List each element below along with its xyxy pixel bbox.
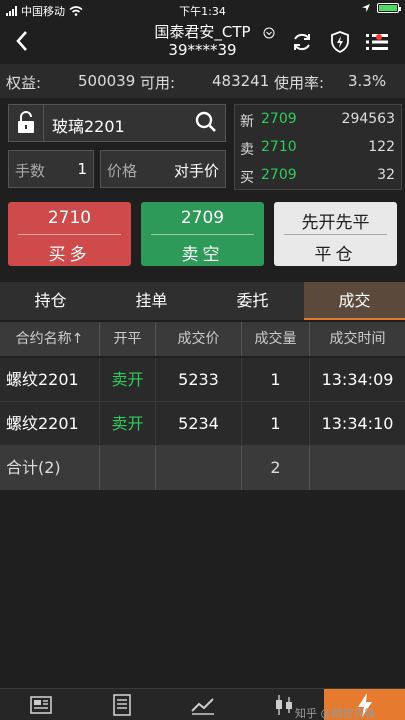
quote-label: 新 [240, 114, 254, 130]
column-header-contract[interactable]: 合约名称↑ [0, 322, 100, 356]
cell-volume: 1 [242, 358, 310, 402]
account-selector[interactable]: 国泰君安_CTP 39****39 [110, 23, 295, 59]
instrument-name: 玻璃2201 [52, 117, 125, 136]
status-bar: 中国移动 下午1:34 [0, 0, 405, 20]
quote-ask[interactable]: 卖 2710 122 [235, 135, 401, 161]
cell-contract: 螺纹2201 [0, 358, 100, 402]
column-header-price: 成交价 [156, 322, 242, 356]
cell-time: 13:34:10 [321, 414, 394, 433]
cell-open-close: 卖开 [100, 402, 156, 446]
usage-label: 使用率: [274, 74, 325, 92]
quote-bid[interactable]: 买 2709 32 [235, 163, 401, 189]
quote-label: 卖 [240, 142, 254, 158]
cell-price: 5233 [156, 358, 242, 402]
quote-price: 2709 [261, 167, 297, 183]
watermark: 知乎 @期货先锋 [295, 707, 376, 720]
table-row[interactable]: 螺纹2201 卖开 5233 1 13:34:09 [0, 358, 405, 402]
quote-volume: 294563 [341, 111, 395, 127]
location-icon [362, 4, 370, 12]
available-label: 可用: [140, 74, 176, 92]
tab-positions[interactable]: 持仓 [0, 282, 101, 320]
equity-value: 500039 [78, 72, 136, 90]
table-total-row: 合计(2) 2 [0, 446, 405, 490]
status-time: 下午1:34 [179, 5, 226, 18]
tab-bar-list[interactable] [81, 689, 162, 720]
available-value: 483241 [212, 72, 270, 90]
sell-short-button[interactable]: 2709 卖空 [141, 202, 264, 266]
cell-empty [156, 446, 242, 490]
cell-time: 13:34:09 [321, 370, 394, 389]
price-label: 价格 [107, 162, 138, 180]
price-field[interactable]: 价格 对手价 [100, 150, 226, 188]
cell-contract: 螺纹2201 [0, 402, 100, 446]
divider [151, 234, 254, 235]
tab-orders[interactable]: 委托 [202, 282, 303, 320]
notification-dot [376, 34, 382, 40]
lock-button[interactable] [8, 104, 44, 142]
newspaper-icon [29, 696, 52, 714]
cell-total-label: 合计(2) [0, 446, 100, 490]
trend-chart-icon [190, 698, 214, 715]
divider [18, 234, 121, 235]
refresh-button[interactable] [288, 28, 316, 56]
unlock-icon [18, 111, 34, 133]
flash-order-button[interactable] [326, 28, 354, 56]
cell-empty [100, 446, 156, 490]
column-header-time: 成交时间 [329, 331, 386, 347]
tab-bar-chart[interactable] [162, 689, 243, 720]
divider [284, 234, 387, 235]
tab-bar-news[interactable] [0, 689, 81, 720]
quantity-field[interactable]: 手数 1 [8, 150, 94, 188]
quantity-label: 手数 [15, 162, 46, 180]
shield-lightning-icon [331, 31, 349, 54]
account-id: 39****39 [168, 41, 237, 59]
refresh-icon [294, 33, 310, 51]
cell-open-close: 卖开 [100, 358, 156, 402]
buy-price: 2710 [47, 208, 92, 228]
quote-price: 2709 [261, 111, 297, 127]
price-value: 对手价 [173, 162, 219, 180]
buy-long-button[interactable]: 2710 买多 [8, 202, 131, 266]
tab-pending[interactable]: 挂单 [101, 282, 202, 320]
chevron-left-icon [16, 31, 27, 51]
cell-empty [310, 446, 405, 490]
search-icon[interactable] [195, 111, 217, 133]
quote-panel: 新 2709 294563 卖 2710 122 买 2709 32 [234, 104, 402, 190]
battery-icon [377, 3, 401, 13]
table-row[interactable]: 螺纹2201 卖开 5234 1 13:34:10 [0, 402, 405, 446]
close-position-button[interactable]: 先开先平 平仓 [274, 202, 397, 266]
account-summary: 权益: 500039 可用: 483241 使用率: 3.3% [0, 64, 405, 98]
back-button[interactable] [8, 26, 36, 56]
table-header: 合约名称↑ 开平 成交价 成交量 成交时间 [0, 322, 405, 356]
quote-volume: 122 [368, 139, 395, 155]
cell-total-volume: 2 [242, 446, 310, 490]
sell-price: 2709 [180, 208, 225, 228]
quote-volume: 32 [377, 167, 395, 183]
record-tabs: 持仓 挂单 委托 成交 [0, 282, 405, 320]
quote-last: 新 2709 294563 [235, 107, 401, 133]
quote-label: 买 [240, 170, 254, 186]
column-header-open-close: 开平 [100, 322, 156, 356]
quantity-value: 1 [77, 160, 87, 178]
close-label: 平仓 [314, 245, 357, 265]
candlestick-icon [275, 695, 292, 715]
quote-price: 2710 [261, 139, 297, 155]
close-mode: 先开先平 [301, 213, 370, 233]
cell-price: 5234 [156, 402, 242, 446]
list-icon [112, 694, 131, 716]
usage-value: 3.3% [348, 72, 387, 90]
column-header-volume: 成交量 [242, 322, 310, 356]
instrument-input[interactable]: 玻璃2201 [44, 104, 226, 142]
equity-label: 权益: [6, 74, 42, 92]
tab-trades[interactable]: 成交 [304, 282, 405, 320]
buy-label: 买多 [48, 245, 91, 265]
chevron-down-icon [263, 27, 275, 39]
menu-button[interactable] [364, 28, 392, 56]
sell-label: 卖空 [181, 245, 224, 265]
nav-header: 国泰君安_CTP 39****39 [0, 20, 405, 62]
cell-volume: 1 [242, 402, 310, 446]
